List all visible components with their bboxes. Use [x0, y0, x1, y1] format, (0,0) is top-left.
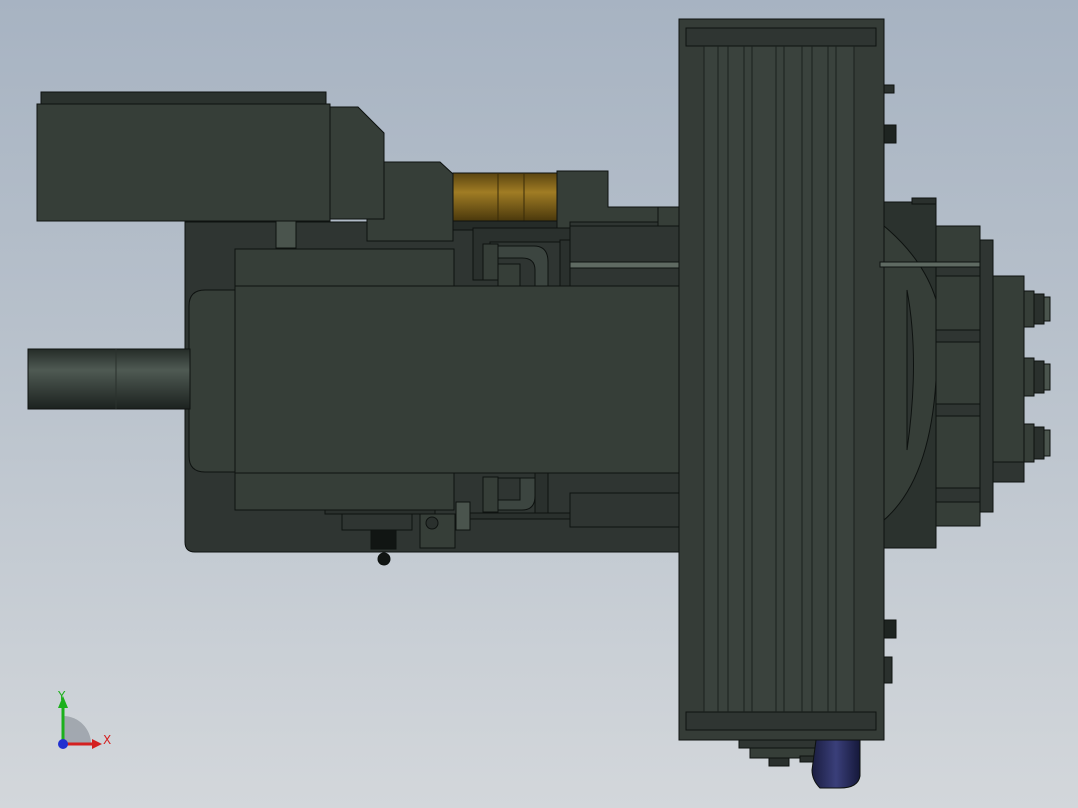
y-axis-label: Y	[57, 689, 66, 703]
x-axis-label: X	[103, 733, 111, 747]
junction-box-post	[275, 220, 297, 249]
cad-graphics-viewport[interactable]: Y X	[0, 0, 1078, 808]
drain-fitting	[370, 529, 397, 550]
upper-inner-block	[234, 248, 455, 287]
junction-box	[36, 103, 331, 222]
motor-front-flange	[188, 289, 236, 473]
temperature-sensor	[811, 739, 861, 789]
junction-box-lid	[40, 91, 327, 105]
z-axis-origin	[58, 739, 68, 749]
junction-box-cover	[329, 106, 385, 220]
shaft-coupling	[452, 172, 558, 222]
coordinate-triad: Y X	[57, 689, 111, 749]
pump-motor-assembly-side-view[interactable]: Y X	[0, 0, 1078, 808]
lower-inner-block	[234, 472, 455, 511]
drain-plug	[377, 552, 391, 566]
electrical-connectors	[1023, 290, 1051, 463]
drive-shaft	[27, 348, 191, 410]
